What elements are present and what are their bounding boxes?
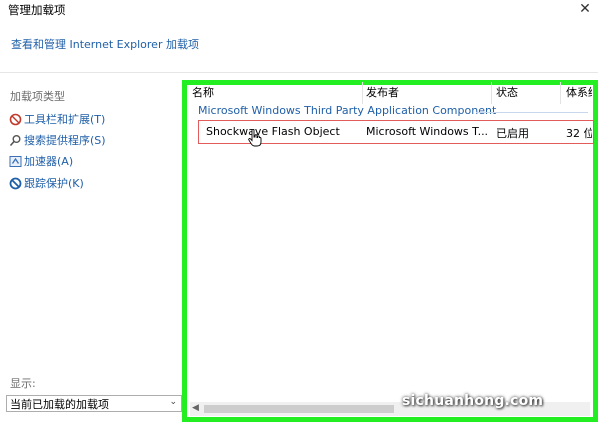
watermark: sichuanhong.com	[402, 393, 544, 409]
sidebar-item-toolbars[interactable]: 工具栏和扩展(T)	[8, 110, 183, 128]
cell-architecture: 32 位	[566, 127, 592, 140]
column-header-status[interactable]: 状态	[496, 82, 558, 102]
hand-cursor-icon	[248, 128, 262, 150]
column-header-publisher[interactable]: 发布者	[366, 82, 490, 102]
scroll-left-icon[interactable]: ◀	[192, 403, 199, 413]
column-header-architecture[interactable]: 体系结	[566, 82, 592, 102]
window-title: 管理加载项	[8, 3, 66, 17]
show-label: 显示:	[10, 377, 36, 390]
divider	[0, 72, 598, 73]
cell-name: Shockwave Flash Object	[206, 125, 340, 138]
header-link[interactable]: 查看和管理 Internet Explorer 加载项	[11, 36, 199, 52]
group-divider	[476, 112, 588, 113]
sidebar-item-tracking-protection[interactable]: 跟踪保护(K)	[8, 174, 183, 192]
sidebar-item-accelerators[interactable]: 加速器(A)	[8, 152, 183, 170]
group-header: Microsoft Windows Third Party Applicatio…	[198, 104, 497, 117]
close-icon[interactable]: ✕	[578, 0, 592, 18]
sidebar-title: 加载项类型	[10, 90, 65, 103]
column-header-name[interactable]: 名称	[192, 82, 362, 102]
column-divider[interactable]	[491, 82, 492, 104]
sidebar-item-label: 跟踪保护(K)	[24, 177, 84, 190]
column-divider[interactable]	[362, 82, 363, 104]
cell-status: 已启用	[496, 127, 529, 140]
block-icon	[8, 176, 22, 190]
chevron-down-icon: ⌄	[169, 397, 177, 407]
show-dropdown[interactable]: 当前已加载的加载项 ⌄	[6, 395, 182, 412]
search-icon	[8, 133, 22, 147]
toolbar-icon	[8, 112, 22, 126]
sidebar-item-search[interactable]: 搜索提供程序(S)	[8, 131, 183, 149]
scrollbar-thumb[interactable]	[204, 405, 394, 413]
sidebar-item-label: 搜索提供程序(S)	[24, 134, 106, 147]
column-divider[interactable]	[560, 82, 561, 104]
sidebar-item-label: 工具栏和扩展(T)	[24, 113, 106, 126]
sidebar-item-label: 加速器(A)	[24, 155, 74, 168]
show-dropdown-value: 当前已加载的加载项	[10, 397, 109, 411]
cell-publisher: Microsoft Windows T...	[366, 125, 488, 138]
accelerator-icon	[8, 154, 22, 168]
